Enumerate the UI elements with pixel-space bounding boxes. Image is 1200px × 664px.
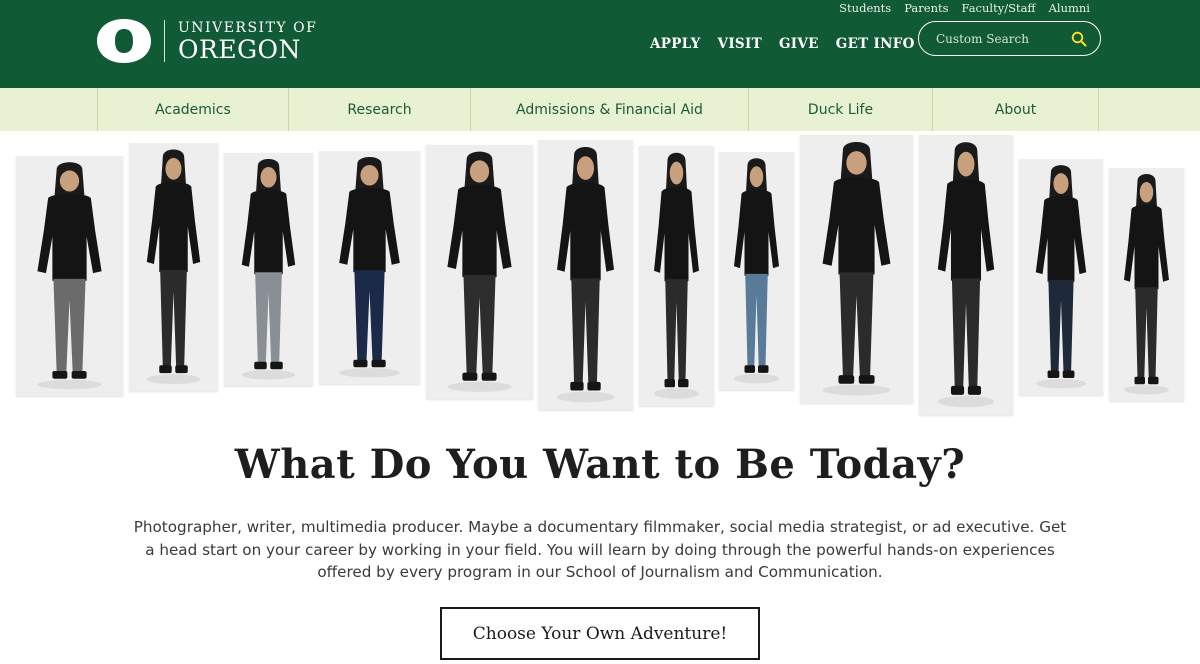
nav-item-about[interactable]: About xyxy=(932,88,1099,131)
nav-item-academics[interactable]: Academics xyxy=(97,88,288,131)
search-icon[interactable] xyxy=(1071,31,1087,47)
student-photo xyxy=(319,151,420,384)
student-silhouette xyxy=(16,156,123,396)
nav-item-admissions-financial-aid[interactable]: Admissions & Financial Aid xyxy=(470,88,748,131)
site-header: UNIVERSITY OF OREGON Students Parents Fa… xyxy=(0,0,1200,88)
primary-nav: Academics Research Admissions & Financia… xyxy=(0,88,1200,131)
student-silhouette xyxy=(129,143,218,391)
student-silhouette xyxy=(426,145,533,399)
choose-adventure-button[interactable]: Choose Your Own Adventure! xyxy=(440,607,760,660)
student-silhouette xyxy=(639,146,714,406)
student-photo xyxy=(800,135,913,403)
student-silhouette xyxy=(919,135,1013,415)
student-silhouette xyxy=(224,153,313,386)
university-logo[interactable]: UNIVERSITY OF OREGON xyxy=(96,18,317,64)
student-photo xyxy=(1109,168,1184,401)
utility-link-students[interactable]: Students xyxy=(839,1,891,15)
give-link[interactable]: GIVE xyxy=(779,36,819,52)
utility-nav: Students Parents Faculty/Staff Alumni xyxy=(839,1,1090,15)
student-photo xyxy=(719,152,794,390)
visit-link[interactable]: VISIT xyxy=(718,36,762,52)
student-photo xyxy=(919,135,1013,415)
search-input[interactable] xyxy=(936,30,1066,48)
student-silhouette xyxy=(1109,168,1184,401)
student-silhouette xyxy=(800,135,913,403)
search-box xyxy=(918,21,1101,56)
logo-divider xyxy=(164,20,165,62)
student-photo xyxy=(538,140,633,410)
student-silhouette xyxy=(319,151,420,384)
logo-line-oregon: OREGON xyxy=(178,34,301,64)
student-silhouette xyxy=(538,140,633,410)
student-photo xyxy=(16,156,123,396)
get-info-link[interactable]: GET INFO xyxy=(836,36,915,52)
nav-item-duck-life[interactable]: Duck Life xyxy=(748,88,932,131)
student-photo xyxy=(426,145,533,399)
utility-link-faculty-staff[interactable]: Faculty/Staff xyxy=(962,1,1036,15)
nav-item-research[interactable]: Research xyxy=(288,88,470,131)
utility-link-alumni[interactable]: Alumni xyxy=(1049,1,1090,15)
student-silhouette xyxy=(719,152,794,390)
student-photo xyxy=(639,146,714,406)
student-photo-strip xyxy=(0,131,1200,421)
uo-o-mark-icon xyxy=(97,19,151,63)
logo-line-university-of: UNIVERSITY OF xyxy=(178,19,318,36)
action-links: APPLY VISIT GIVE GET INFO xyxy=(650,36,915,52)
intro-paragraph: Photographer, writer, multimedia produce… xyxy=(133,518,1067,581)
apply-link[interactable]: APPLY xyxy=(650,36,701,52)
student-photo xyxy=(224,153,313,386)
page-headline: What Do You Want to Be Today? xyxy=(234,441,966,488)
student-silhouette xyxy=(1019,159,1103,395)
student-photo xyxy=(1019,159,1103,395)
student-photo xyxy=(129,143,218,391)
logo-wordmark: UNIVERSITY OF OREGON xyxy=(178,21,317,62)
utility-link-parents[interactable]: Parents xyxy=(904,1,948,15)
